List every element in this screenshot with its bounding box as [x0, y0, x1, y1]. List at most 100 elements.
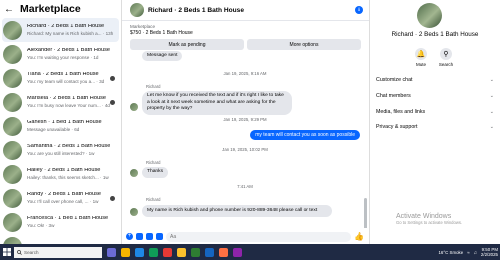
search-label: Search [438, 62, 454, 67]
message-bubble-incoming: Message sent [142, 51, 183, 61]
sidebar-header: ← Marketplace [0, 0, 121, 18]
gif-icon[interactable] [156, 233, 163, 240]
unread-dot [110, 196, 115, 201]
sidebar-title: Marketplace [20, 3, 81, 15]
image-icon[interactable] [136, 233, 143, 240]
more-options-button[interactable]: More options [247, 39, 361, 50]
chat-avatar[interactable] [130, 3, 144, 17]
profile-name: Richard · 2 Beds 1 Bath House [391, 31, 479, 38]
section-chat-members[interactable]: Chat members ⌄ [376, 93, 494, 99]
info-icon[interactable]: i [355, 6, 363, 14]
unread-dot [110, 100, 115, 105]
app-icon[interactable] [219, 247, 228, 257]
avatar [3, 164, 22, 184]
mark-pending-button[interactable]: Mark as pending [130, 39, 244, 50]
sender-name: Richard [146, 160, 161, 165]
search-icon [17, 249, 22, 255]
section-media-files-links[interactable]: Media, files and links ⌄ [376, 109, 494, 115]
weather-widget[interactable]: 16°C Smoke [438, 250, 463, 255]
sender-avatar [130, 169, 138, 177]
message-bubble-incoming: Thanks [142, 167, 169, 178]
thread-scrollbar[interactable] [364, 198, 367, 228]
volume-icon[interactable]: ♫ [474, 250, 477, 255]
conversation-name: Richard · 2 Beds 1 Bath House [27, 23, 105, 29]
unread-dot [110, 76, 115, 81]
avatar [3, 140, 22, 160]
conversation-item[interactable]: Randy · 2 Beds 1 Bath House You: I'll cal… [0, 186, 121, 210]
edge-icon[interactable] [135, 247, 144, 257]
conversation-item[interactable] [0, 234, 121, 244]
word-icon[interactable] [205, 247, 214, 257]
conversation-item[interactable]: Tiana · 2 Beds 1 Bath House You: my team … [0, 66, 121, 90]
conversation-item[interactable]: Hailey · 2 Beds 1 Bath House Hailey: than… [0, 162, 121, 186]
timestamp: Jan 19, 2025, 10:02 PM [222, 147, 268, 152]
conversation-name: Randy · 2 Beds 1 Bath House [27, 191, 102, 197]
chevron-down-icon: ⌄ [489, 109, 494, 115]
listing-summary[interactable]: Marketplace $750 · 2 Beds 1 Bath House [122, 21, 369, 36]
file-explorer-icon[interactable] [121, 247, 130, 257]
back-arrow-icon[interactable]: ← [4, 4, 14, 15]
conversation-preview: You: my team will contact you a... · 3d [27, 78, 105, 84]
message-bubble-incoming: Let me know if you received the text and… [142, 91, 292, 115]
chat-panel: Richard · 2 Beds 1 Bath House i Marketpl… [122, 0, 370, 244]
sender-avatar [130, 103, 138, 111]
windows-start-icon[interactable] [0, 244, 14, 260]
message-input[interactable] [166, 231, 352, 242]
timestamp: Jan 19, 2025, 9:16 AM [223, 71, 267, 76]
chat-header: Richard · 2 Beds 1 Bath House i [122, 0, 369, 21]
conversation-preview: You: I'm waiting your response · 1d [27, 54, 99, 60]
conversation-name: Alexander · 2 Beds 1 Bath House [27, 47, 111, 53]
avatar [3, 236, 22, 244]
excel-icon[interactable] [191, 247, 200, 257]
sender-avatar [130, 208, 138, 216]
conversation-item[interactable]: Alexander · 2 Beds 1 Bath House You: I'm … [0, 42, 121, 66]
windows-taskbar: Search 16°C Smoke ≈ ♫ 9:50 PM 2/2/2025 [0, 244, 500, 260]
wifi-icon[interactable]: ≈ [467, 250, 469, 255]
store-icon[interactable] [149, 247, 158, 257]
conversation-name: Samantha · 2 Beds 1 Bath House [27, 143, 111, 149]
app-icon[interactable] [233, 247, 242, 257]
conversation-item[interactable]: Richard · 2 Beds 1 Bath House Richard: My… [2, 18, 119, 42]
conversation-preview: You: I'll call over phone call, ... · 1w [27, 198, 99, 204]
conversation-preview: Hailey: thanks, this seems sketch... · 1… [27, 174, 109, 180]
section-privacy-support[interactable]: Privacy & support ⌄ [376, 124, 494, 130]
profile-panel: Richard · 2 Beds 1 Bath House 🔔 Mute ⚲ S… [370, 0, 500, 244]
conversation-name: Tiana · 2 Beds 1 Bath House [27, 71, 99, 77]
mail-icon[interactable] [163, 247, 172, 257]
conversation-item[interactable]: Marisela · 2 Beds 1 Bath House You: I'm b… [0, 90, 121, 114]
taskbar-search[interactable]: Search [14, 246, 102, 258]
section-customize-chat[interactable]: Customize chat ⌄ [376, 77, 494, 83]
activate-windows-watermark: Activate Windows Go to Settings to activ… [396, 213, 463, 225]
avatar [3, 188, 22, 208]
sender-name: Richard [146, 197, 161, 202]
task-view-icon[interactable] [107, 247, 116, 257]
conversation-item[interactable]: Francesca · 1 Bed 1 Bath House You: Ok! ·… [0, 210, 121, 234]
mute-button[interactable]: 🔔 Mute [411, 48, 431, 67]
listing-label: Marketplace [130, 24, 156, 29]
like-icon[interactable]: 👍 [354, 232, 364, 241]
avatar [3, 44, 22, 64]
conversation-preview: You: are you still interested? · 1w [27, 150, 95, 156]
conversation-item[interactable]: Ganesh · 1 Bed 1 Bath House Message unava… [0, 114, 121, 138]
conversation-preview: Richard: My name is Rich kubish a... · 1… [27, 30, 114, 36]
chevron-down-icon: ⌄ [489, 93, 494, 99]
conversation-name: Ganesh · 1 Bed 1 Bath House [27, 119, 102, 125]
search-button[interactable]: ⚲ Search [436, 48, 456, 67]
message-thread: Message sent Jan 19, 2025, 9:16 AM Richa… [122, 50, 368, 228]
sticker-icon[interactable] [146, 233, 153, 240]
avatar [3, 68, 22, 88]
chevron-down-icon: ⌄ [489, 77, 494, 83]
conversation-sidebar: ← Marketplace Richard · 2 Beds 1 Bath Ho… [0, 0, 122, 244]
message-composer: + 👍 [122, 229, 368, 244]
chat-title[interactable]: Richard · 2 Beds 1 Bath House [148, 7, 244, 14]
conversation-item[interactable]: Samantha · 2 Beds 1 Bath House You: are y… [0, 138, 121, 162]
profile-avatar[interactable] [417, 3, 442, 28]
conversation-preview: Message unavailable · 6d [27, 126, 80, 132]
conversation-preview: You: I'm busy now leave Your num... · 4d [27, 102, 110, 108]
conversation-name: Hailey · 2 Beds 1 Bath House [27, 167, 101, 173]
listing-actions: Mark as pending More options [122, 36, 369, 50]
avatar [3, 20, 22, 40]
chrome-icon[interactable] [177, 247, 186, 257]
clock[interactable]: 9:50 PM 2/2/2025 [481, 247, 498, 257]
plus-icon[interactable]: + [126, 233, 133, 240]
